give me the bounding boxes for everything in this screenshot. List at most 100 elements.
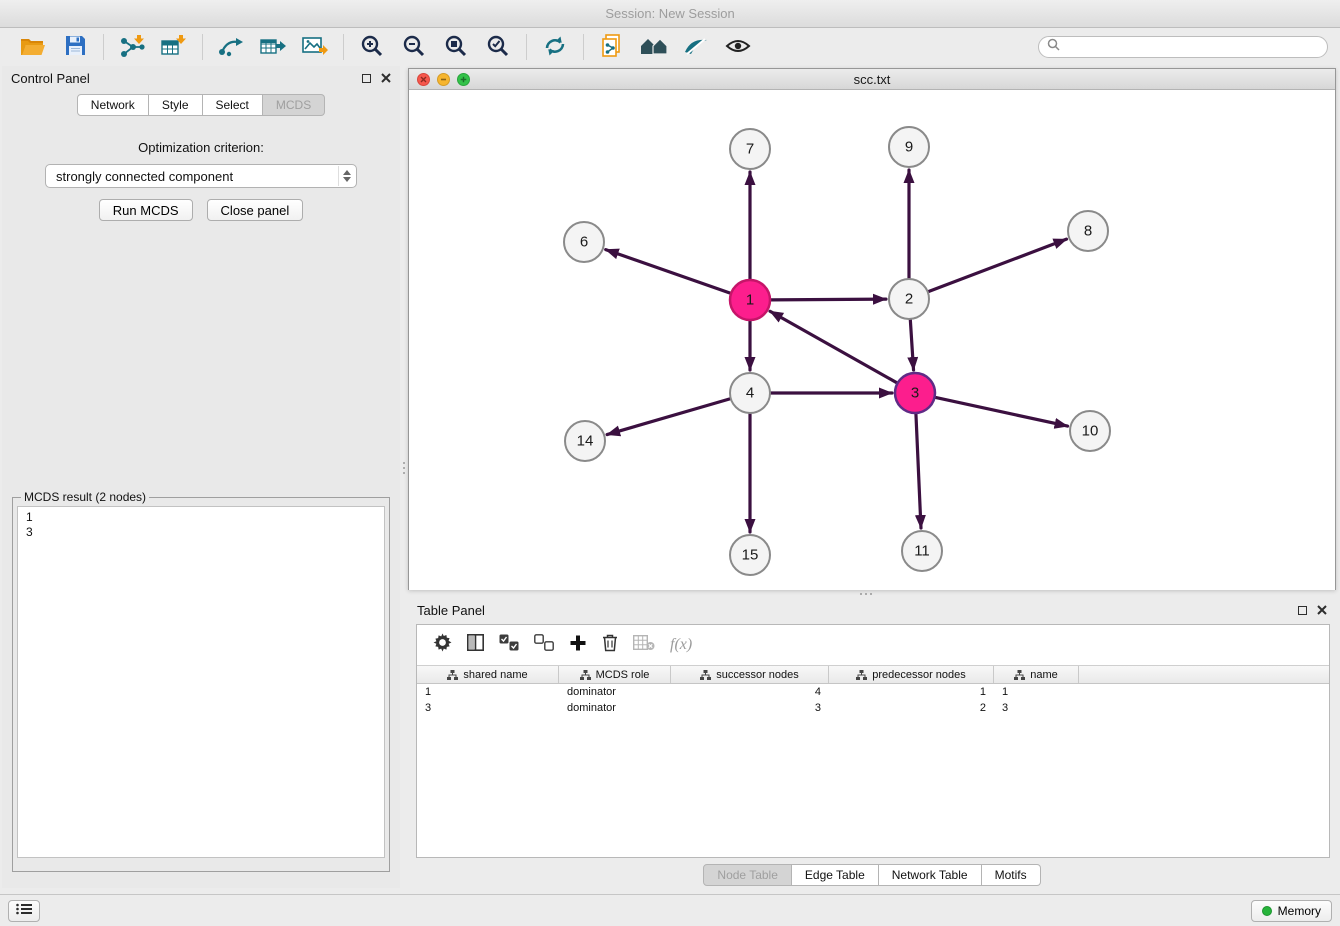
close-window-icon[interactable] xyxy=(417,73,430,86)
node-1[interactable]: 1 xyxy=(730,280,770,320)
table-cell[interactable]: 2 xyxy=(829,700,994,716)
svg-text:6: 6 xyxy=(580,234,588,251)
panel-splitter-handle[interactable] xyxy=(401,462,406,474)
table-row[interactable]: 3dominator323 xyxy=(417,700,1329,716)
select-all-button[interactable] xyxy=(499,634,519,656)
node-14[interactable]: 14 xyxy=(565,421,605,461)
run-mcds-button[interactable]: Run MCDS xyxy=(99,199,193,221)
tab-edge-table[interactable]: Edge Table xyxy=(792,864,879,886)
minimize-window-icon[interactable] xyxy=(437,73,450,86)
apply-layout-button[interactable] xyxy=(534,31,576,63)
memory-button[interactable]: Memory xyxy=(1251,900,1332,922)
tab-node-table[interactable]: Node Table xyxy=(703,864,792,886)
close-panel-icon[interactable] xyxy=(1317,603,1327,618)
table-cell[interactable]: 3 xyxy=(994,700,1079,716)
show-columns-button[interactable] xyxy=(467,634,484,656)
import-table-button[interactable] xyxy=(153,31,195,63)
save-session-button[interactable] xyxy=(54,31,96,63)
optimization-dropdown[interactable]: strongly connected component xyxy=(45,164,357,188)
table-cell[interactable]: 3 xyxy=(417,700,559,716)
zoom-fit-button[interactable] xyxy=(435,31,477,63)
mcds-result-list[interactable]: 13 xyxy=(17,506,385,858)
node-9[interactable]: 9 xyxy=(889,127,929,167)
search-input[interactable] xyxy=(1066,40,1319,54)
edge-1-6[interactable] xyxy=(606,250,730,293)
table-cell[interactable]: dominator xyxy=(559,700,671,716)
zoom-selected-button[interactable] xyxy=(477,31,519,63)
open-folder-icon xyxy=(20,36,46,59)
column-header-successor-nodes[interactable]: successor nodes xyxy=(671,666,829,683)
toolbar-separator xyxy=(583,34,584,60)
dropdown-value: strongly connected component xyxy=(56,169,233,184)
node-11[interactable]: 11 xyxy=(902,531,942,571)
zoom-in-button[interactable] xyxy=(351,31,393,63)
table-cell[interactable]: 3 xyxy=(671,700,829,716)
tab-mcds[interactable]: MCDS xyxy=(263,94,325,116)
task-history-button[interactable] xyxy=(8,900,40,922)
table-cell[interactable]: 1 xyxy=(417,684,559,700)
close-panel-icon[interactable] xyxy=(381,71,391,86)
delete-table-button xyxy=(633,635,655,655)
toolbar-separator xyxy=(103,34,104,60)
edge-2-8[interactable] xyxy=(929,239,1067,291)
float-panel-icon[interactable] xyxy=(1298,606,1307,615)
toolbar-separator xyxy=(202,34,203,60)
node-8[interactable]: 8 xyxy=(1068,211,1108,251)
svg-text:1: 1 xyxy=(746,292,754,309)
table-cell[interactable]: dominator xyxy=(559,684,671,700)
edge-3-10[interactable] xyxy=(936,397,1068,426)
control-panel-title: Control Panel xyxy=(11,71,90,86)
export-network-button[interactable] xyxy=(210,31,252,63)
column-header-predecessor-nodes[interactable]: predecessor nodes xyxy=(829,666,994,683)
column-header-shared-name[interactable]: shared name xyxy=(417,666,559,683)
export-table-button[interactable] xyxy=(252,31,294,63)
column-header-name[interactable]: name xyxy=(994,666,1079,683)
network-overview-button[interactable] xyxy=(591,31,633,63)
zoom-out-icon xyxy=(402,34,426,61)
node-15[interactable]: 15 xyxy=(730,535,770,575)
table-cell[interactable]: 1 xyxy=(994,684,1079,700)
tab-style[interactable]: Style xyxy=(149,94,203,116)
add-column-button[interactable] xyxy=(569,634,587,657)
edge-3-1[interactable] xyxy=(770,311,897,382)
export-table-icon xyxy=(260,35,286,60)
column-header-MCDS-role[interactable]: MCDS role xyxy=(559,666,671,683)
node-7[interactable]: 7 xyxy=(730,129,770,169)
delete-column-button[interactable] xyxy=(602,633,618,657)
network-canvas[interactable]: 7 9 6 8 1 2 3 4 14 10 15 11 xyxy=(409,90,1335,590)
tab-network-table[interactable]: Network Table xyxy=(879,864,982,886)
node-3[interactable]: 3 xyxy=(895,373,935,413)
svg-text:9: 9 xyxy=(905,139,913,156)
open-file-button[interactable] xyxy=(12,31,54,63)
import-network-button[interactable] xyxy=(111,31,153,63)
float-panel-icon[interactable] xyxy=(362,74,371,83)
tab-motifs[interactable]: Motifs xyxy=(982,864,1041,886)
mcds-result-item[interactable]: 1 xyxy=(26,510,376,525)
panel-splitter-handle[interactable] xyxy=(860,591,872,596)
table-settings-button[interactable] xyxy=(433,633,452,657)
tab-network[interactable]: Network xyxy=(77,94,149,116)
edge-1-2[interactable] xyxy=(771,299,886,300)
table-cell[interactable]: 4 xyxy=(671,684,829,700)
edge-2-3[interactable] xyxy=(910,320,913,370)
table-cell[interactable]: 1 xyxy=(829,684,994,700)
maximize-window-icon[interactable] xyxy=(457,73,470,86)
home-button[interactable] xyxy=(633,31,675,63)
node-10[interactable]: 10 xyxy=(1070,411,1110,451)
search-field[interactable] xyxy=(1038,36,1328,58)
tab-select[interactable]: Select xyxy=(203,94,263,116)
deselect-all-button[interactable] xyxy=(534,634,554,656)
node-2[interactable]: 2 xyxy=(889,279,929,319)
edge-3-11[interactable] xyxy=(916,414,921,528)
zoom-out-button[interactable] xyxy=(393,31,435,63)
edge-4-14[interactable] xyxy=(607,399,730,435)
svg-text:8: 8 xyxy=(1084,223,1092,240)
node-6[interactable]: 6 xyxy=(564,222,604,262)
show-graphics-details-button[interactable] xyxy=(717,31,759,63)
close-panel-button[interactable]: Close panel xyxy=(207,199,304,221)
mcds-result-item[interactable]: 3 xyxy=(26,525,376,540)
style-button[interactable] xyxy=(675,31,717,63)
table-row[interactable]: 1dominator411 xyxy=(417,684,1329,700)
node-4[interactable]: 4 xyxy=(730,373,770,413)
export-image-button[interactable] xyxy=(294,31,336,63)
